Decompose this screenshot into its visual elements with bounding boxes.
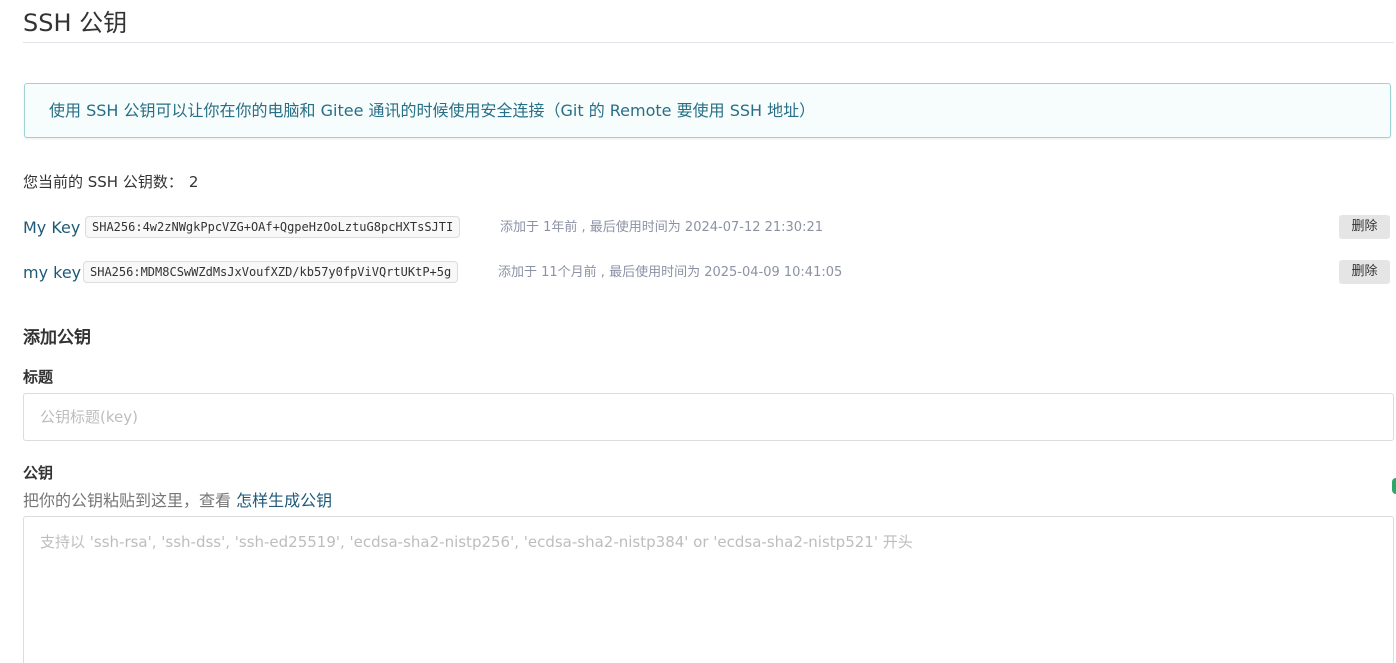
key-name-link[interactable]: My Key: [23, 218, 80, 238]
page-title: SSH 公钥: [23, 9, 128, 37]
key-list-item: my key SHA256:MDM8CSwWZdMsJxVoufXZD/kb57…: [23, 260, 1390, 286]
public-key-textarea[interactable]: [23, 516, 1394, 663]
key-name-link[interactable]: my key: [23, 263, 81, 283]
key-fingerprint: SHA256:MDM8CSwWZdMsJxVoufXZD/kb57y0fpViV…: [83, 261, 459, 283]
key-fingerprint: SHA256:4w2zNWgkPpcVZG+OAf+QgpeHzOoLztuG8…: [85, 216, 461, 238]
ssh-keys-page: SSH 公钥 使用 SSH 公钥可以让你在你的电脑和 Gitee 通讯的时候使用…: [0, 0, 1396, 663]
key-count-summary: 您当前的 SSH 公钥数： 2: [23, 172, 198, 192]
key-meta: 添加于 11个月前 , 最后使用时间为 2025-04-09 10:41:05: [498, 265, 843, 280]
key-list-item: My Key SHA256:4w2zNWgkPpcVZG+OAf+QgpeHzO…: [23, 215, 1390, 241]
add-key-section-title: 添加公钥: [23, 328, 91, 348]
key-field-hint: 把你的公钥粘贴到这里，查看 怎样生成公钥: [23, 490, 332, 512]
key-field-hint-text: 把你的公钥粘贴到这里，查看: [23, 491, 232, 510]
delete-key-button[interactable]: 删除: [1339, 215, 1390, 239]
key-field-label: 公钥: [23, 464, 54, 482]
key-meta: 添加于 1年前 , 最后使用时间为 2024-07-12 21:30:21: [500, 220, 824, 235]
title-divider: [23, 42, 1394, 43]
key-count-label: 您当前的 SSH 公钥数：: [23, 173, 183, 191]
info-message-text: 使用 SSH 公钥可以让你在你的电脑和 Gitee 通讯的时候使用安全连接（Gi…: [49, 101, 816, 120]
how-to-generate-key-link[interactable]: 怎样生成公钥: [236, 491, 332, 510]
key-count-value: 2: [188, 173, 199, 191]
title-field-label: 标题: [23, 368, 54, 386]
key-title-input[interactable]: [23, 393, 1394, 441]
floating-widget-edge[interactable]: [1392, 478, 1396, 494]
delete-key-button[interactable]: 删除: [1339, 260, 1390, 284]
info-message: 使用 SSH 公钥可以让你在你的电脑和 Gitee 通讯的时候使用安全连接（Gi…: [24, 83, 1391, 138]
